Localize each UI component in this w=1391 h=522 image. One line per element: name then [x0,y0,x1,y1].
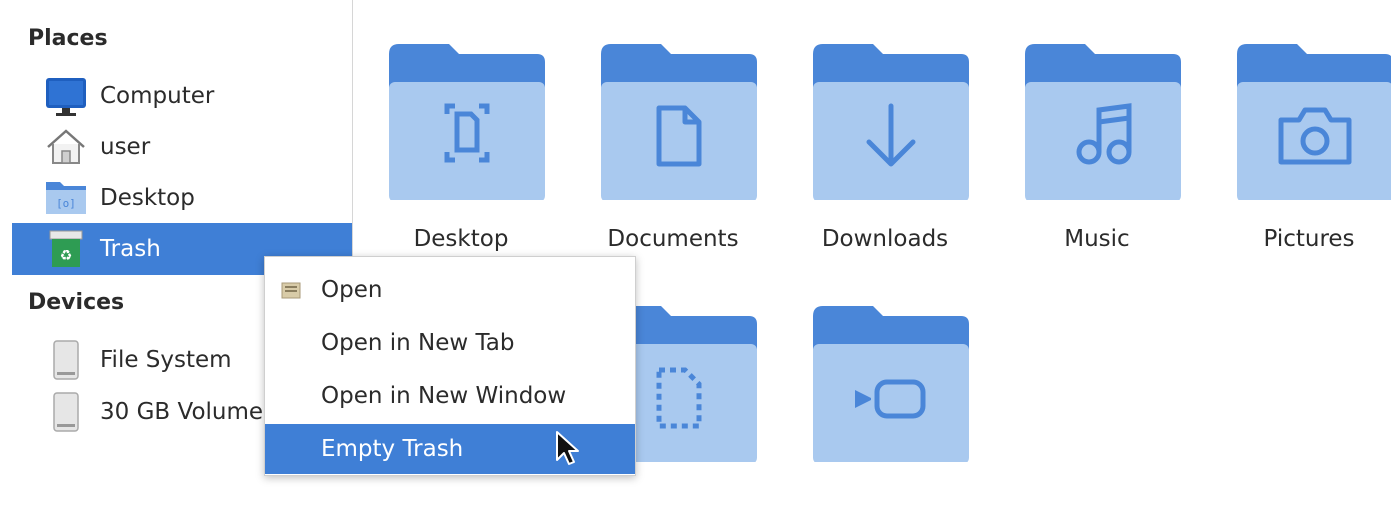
sidebar-item-computer[interactable]: Computer [12,70,352,122]
folder-item-desktop[interactable]: Desktop [355,0,567,260]
sidebar-item-label: 30 GB Volume [100,399,264,425]
documents-folder-icon [599,40,759,202]
folder-item-music[interactable]: Music [991,0,1203,260]
folder-label: Documents [607,226,739,252]
sidebar-item-label: user [100,134,151,160]
downloads-folder-icon [811,40,971,202]
menu-item-label: Empty Trash [321,436,464,462]
folder-label: Music [1064,226,1130,252]
menu-item-label: Open [321,277,383,303]
svg-text:[o]: [o] [56,197,76,210]
menu-item-open[interactable]: Open [265,265,635,315]
desktop-folder-icon: [o] [44,176,88,220]
monitor-icon [44,74,88,118]
menu-item-open-in-new-tab[interactable]: Open in New Tab [265,318,635,368]
svg-text:♻: ♻ [60,248,73,264]
folder-label: Downloads [821,226,949,252]
drive-icon [44,338,88,382]
videos-folder-icon [811,302,971,464]
folder-label: Pictures [1263,226,1355,252]
menu-item-open-in-new-window[interactable]: Open in New Window [265,371,635,421]
folder-item-downloads[interactable]: Downloads [779,0,991,260]
sidebar-item-label: Desktop [100,185,195,211]
sidebar-item-label: File System [100,347,232,373]
places-heading: Places [28,26,108,51]
sidebar-item-label: Trash [100,236,161,262]
open-icon [281,280,301,300]
devices-heading: Devices [28,290,125,315]
music-folder-icon [1023,40,1183,202]
folder-item-videos[interactable] [779,262,991,522]
folder-item-pictures[interactable]: Pictures [1203,0,1391,260]
pictures-folder-icon [1235,40,1391,202]
sidebar-item-label: Computer [100,83,215,109]
drive-icon [44,390,88,434]
menu-item-label: Open in New Window [321,383,567,409]
folder-label: Desktop [413,226,509,252]
home-icon [44,125,88,169]
trash-icon: ♻ [44,227,88,271]
mouse-pointer-icon [554,430,584,470]
sidebar-item-user[interactable]: user [12,121,352,173]
folder-item-documents[interactable]: Documents [567,0,779,260]
menu-item-label: Open in New Tab [321,330,515,356]
sidebar-item-desktop[interactable]: [o] Desktop [12,172,352,224]
desktop-folder-icon [387,40,547,202]
